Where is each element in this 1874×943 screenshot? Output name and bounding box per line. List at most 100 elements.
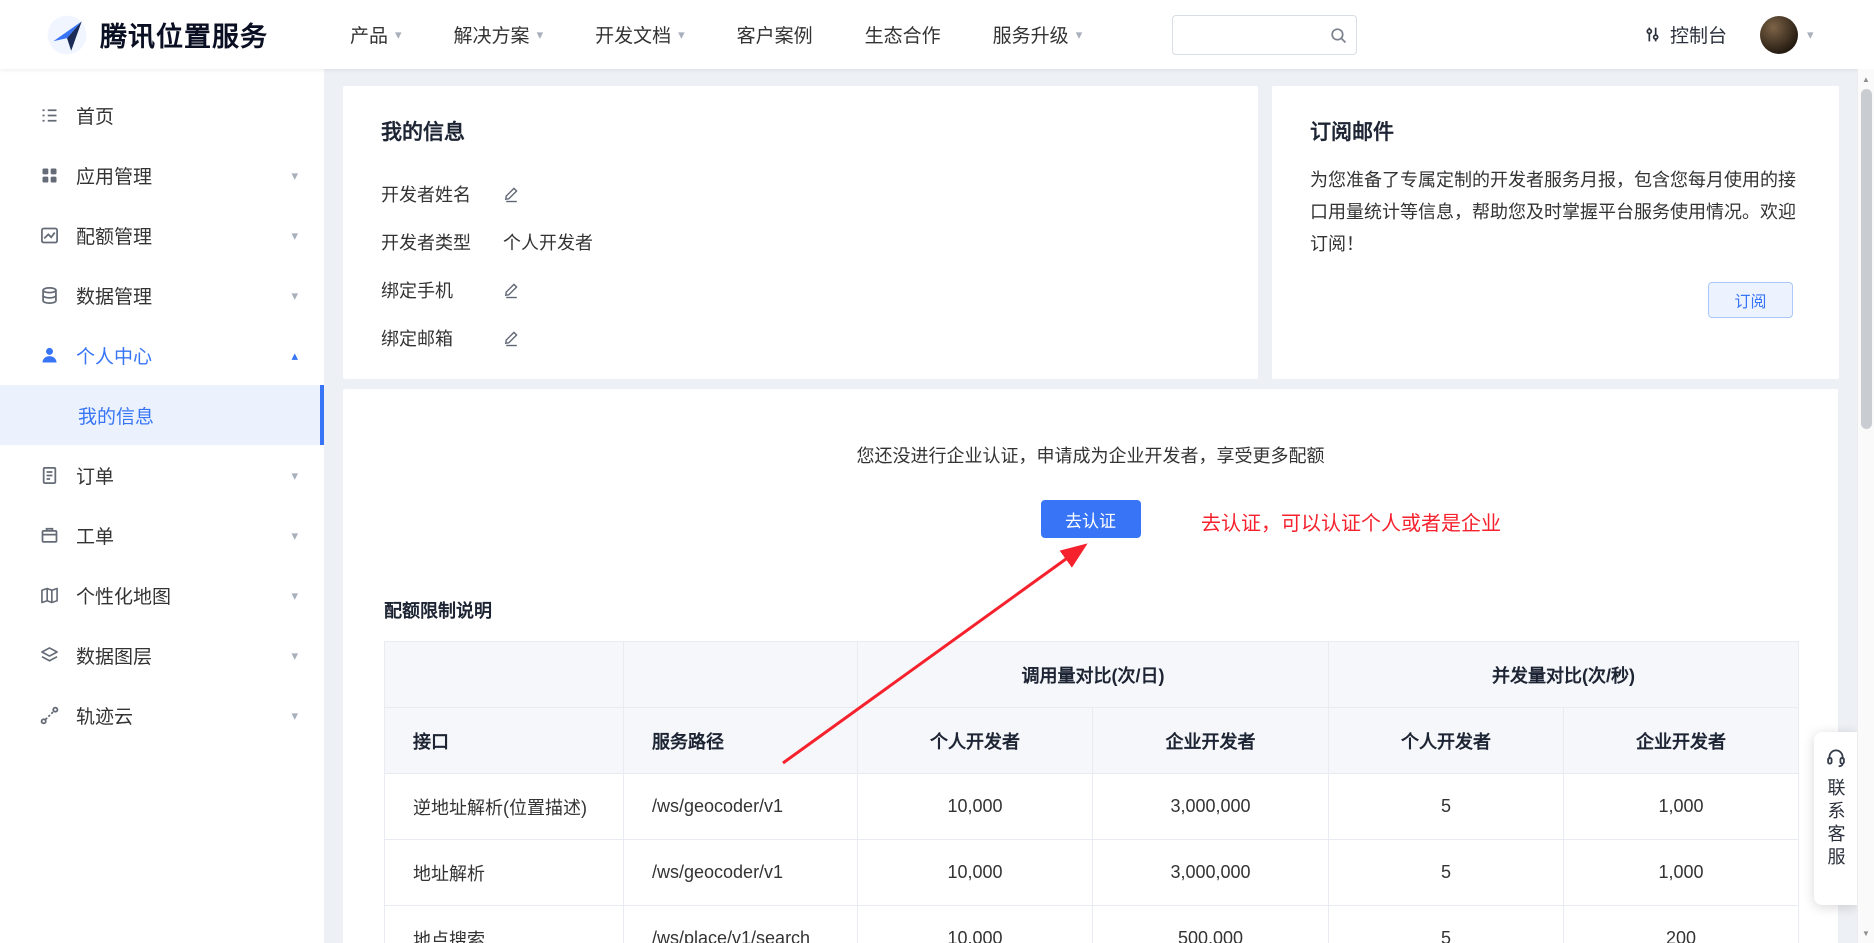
- sidebar-item-track-cloud[interactable]: 轨迹云 ▾: [0, 685, 324, 745]
- nav-item-upgrade[interactable]: 服务升级 ▾: [993, 21, 1083, 48]
- sidebar-item-apps[interactable]: 应用管理 ▾: [0, 145, 324, 205]
- subscribe-card: 订阅邮件 为您准备了专属定制的开发者服务月报，包含您每月使用的接口用量统计等信息…: [1272, 86, 1839, 379]
- table-group-header-row: 调用量对比(次/日) 并发量对比(次/秒): [385, 642, 1799, 708]
- scrollbar: ▲ ▼: [1857, 69, 1874, 943]
- console-label: 控制台: [1670, 21, 1727, 48]
- sidebar-item-label: 个人中心: [76, 342, 291, 369]
- go-certify-button[interactable]: 去认证: [1041, 500, 1141, 538]
- empty-header-cell: [624, 642, 858, 708]
- sidebar-item-data[interactable]: 数据管理 ▾: [0, 265, 324, 325]
- nav-item-label: 解决方案: [454, 21, 530, 48]
- column-header: 企业开发者: [1564, 708, 1799, 774]
- edit-pencil-icon[interactable]: [503, 281, 520, 299]
- nav-item-solutions[interactable]: 解决方案 ▾: [454, 21, 544, 48]
- enterprise-calls-cell: 3,000,000: [1093, 840, 1329, 906]
- scroll-down-arrow[interactable]: ▼: [1858, 925, 1874, 941]
- order-file-icon: [39, 465, 60, 486]
- field-developer-name: 开发者姓名: [381, 170, 1220, 218]
- scroll-up-arrow[interactable]: ▲: [1858, 71, 1874, 87]
- edit-pencil-icon[interactable]: [503, 185, 520, 203]
- sidebar-item-custom-map[interactable]: 个性化地图 ▾: [0, 565, 324, 625]
- main-nav: 产品 ▾ 解决方案 ▾ 开发文档 ▾ 客户案例 生态合作 服务升级 ▾: [350, 0, 1082, 69]
- apps-grid-icon: [39, 165, 60, 186]
- chevron-down-icon: ▾: [291, 229, 298, 242]
- group-header-calls: 调用量对比(次/日): [858, 642, 1329, 708]
- nav-item-label: 生态合作: [865, 21, 941, 48]
- field-bound-phone: 绑定手机: [381, 266, 1220, 314]
- field-bound-email: 绑定邮箱: [381, 314, 1220, 362]
- edit-pencil-icon[interactable]: [503, 329, 520, 347]
- personal-calls-cell: 10,000: [858, 774, 1093, 840]
- database-icon: [39, 285, 60, 306]
- path-cell: /ws/geocoder/v1: [624, 774, 858, 840]
- scrollbar-thumb[interactable]: [1861, 89, 1872, 429]
- sidebar-item-quota[interactable]: 配额管理 ▾: [0, 205, 324, 265]
- personal-qps-cell: 5: [1329, 774, 1564, 840]
- nav-item-label: 服务升级: [993, 21, 1069, 48]
- nav-item-cases[interactable]: 客户案例: [737, 21, 813, 48]
- field-value: 个人开发者: [503, 229, 593, 255]
- headset-icon: [1825, 746, 1847, 768]
- nav-item-products[interactable]: 产品 ▾: [350, 21, 402, 48]
- nav-item-ecosystem[interactable]: 生态合作: [865, 21, 941, 48]
- certification-notice: 您还没进行企业认证，申请成为企业开发者，享受更多配额: [343, 442, 1838, 468]
- enterprise-qps-cell: 1,000: [1564, 774, 1799, 840]
- console-sliders-icon: [1643, 25, 1662, 44]
- search-box: [1172, 15, 1357, 55]
- chevron-down-icon: ▾: [291, 649, 298, 662]
- brand[interactable]: 腾讯位置服务: [46, 0, 268, 69]
- chevron-down-icon: ▾: [291, 169, 298, 182]
- sidebar-item-home[interactable]: 首页: [0, 85, 324, 145]
- path-cell: /ws/geocoder/v1: [624, 840, 858, 906]
- subscribe-button[interactable]: 订阅: [1708, 282, 1793, 318]
- enterprise-qps-cell: 200: [1564, 906, 1799, 943]
- field-developer-type: 开发者类型 个人开发者: [381, 218, 1220, 266]
- table-row: 逆地址解析(位置描述) /ws/geocoder/v1 10,000 3,000…: [385, 774, 1799, 840]
- table-row: 地点搜索 /ws/place/v1/search 10,000 500,000 …: [385, 906, 1799, 943]
- contact-support-tab[interactable]: 联系客服: [1814, 732, 1857, 905]
- sidebar-item-label: 数据管理: [76, 282, 291, 309]
- search-input[interactable]: [1173, 16, 1320, 54]
- layers-icon: [39, 645, 60, 666]
- sidebar-item-orders[interactable]: 订单 ▾: [0, 445, 324, 505]
- sidebar-item-label: 配额管理: [76, 222, 291, 249]
- column-header: 个人开发者: [1329, 708, 1564, 774]
- chevron-up-icon: ▴: [291, 349, 298, 362]
- sidebar-item-label: 工单: [76, 522, 291, 549]
- personal-calls-cell: 10,000: [858, 840, 1093, 906]
- console-link[interactable]: 控制台: [1643, 0, 1727, 69]
- chevron-down-icon: ▾: [291, 529, 298, 542]
- api-cell: 逆地址解析(位置描述): [385, 774, 624, 840]
- sidebar-item-personal-center[interactable]: 个人中心 ▴: [0, 325, 324, 385]
- chevron-down-icon: ▾: [395, 28, 402, 41]
- user-menu[interactable]: ▾: [1760, 0, 1814, 69]
- briefcase-icon: [39, 525, 60, 546]
- sidebar: 首页 应用管理 ▾ 配额管理 ▾ 数据管理 ▾: [0, 69, 324, 943]
- api-cell: 地址解析: [385, 840, 624, 906]
- personal-calls-cell: 10,000: [858, 906, 1093, 943]
- search-icon[interactable]: [1320, 26, 1356, 45]
- sidebar-item-label: 轨迹云: [76, 702, 291, 729]
- enterprise-calls-cell: 500,000: [1093, 906, 1329, 943]
- contact-support-label: 联系客服: [1823, 778, 1849, 870]
- avatar[interactable]: [1760, 16, 1798, 54]
- field-label: 开发者类型: [381, 229, 503, 255]
- column-header: 接口: [385, 708, 624, 774]
- sidebar-item-tickets[interactable]: 工单 ▾: [0, 505, 324, 565]
- enterprise-calls-cell: 3,000,000: [1093, 774, 1329, 840]
- nav-item-docs[interactable]: 开发文档 ▾: [595, 21, 685, 48]
- compass-logo-icon: [46, 14, 88, 56]
- field-label: 绑定手机: [381, 277, 503, 303]
- sidebar-item-data-layers[interactable]: 数据图层 ▾: [0, 625, 324, 685]
- main-content: 我的信息 开发者姓名 开发者类型 个人开发者 绑定手机 绑定邮箱: [324, 69, 1874, 943]
- empty-header-cell: [385, 642, 624, 708]
- sidebar-item-label: 订单: [76, 462, 291, 489]
- map-icon: [39, 585, 60, 606]
- top-navbar: 腾讯位置服务 产品 ▾ 解决方案 ▾ 开发文档 ▾ 客户案例 生态合作 服务升级…: [0, 0, 1874, 69]
- sidebar-item-my-info[interactable]: 我的信息: [0, 385, 324, 445]
- table-column-header-row: 接口 服务路径 个人开发者 企业开发者 个人开发者 企业开发者: [385, 708, 1799, 774]
- column-header: 企业开发者: [1093, 708, 1329, 774]
- table-row: 地址解析 /ws/geocoder/v1 10,000 3,000,000 5 …: [385, 840, 1799, 906]
- sidebar-item-label: 个性化地图: [76, 582, 291, 609]
- chevron-down-icon: ▾: [1076, 28, 1083, 41]
